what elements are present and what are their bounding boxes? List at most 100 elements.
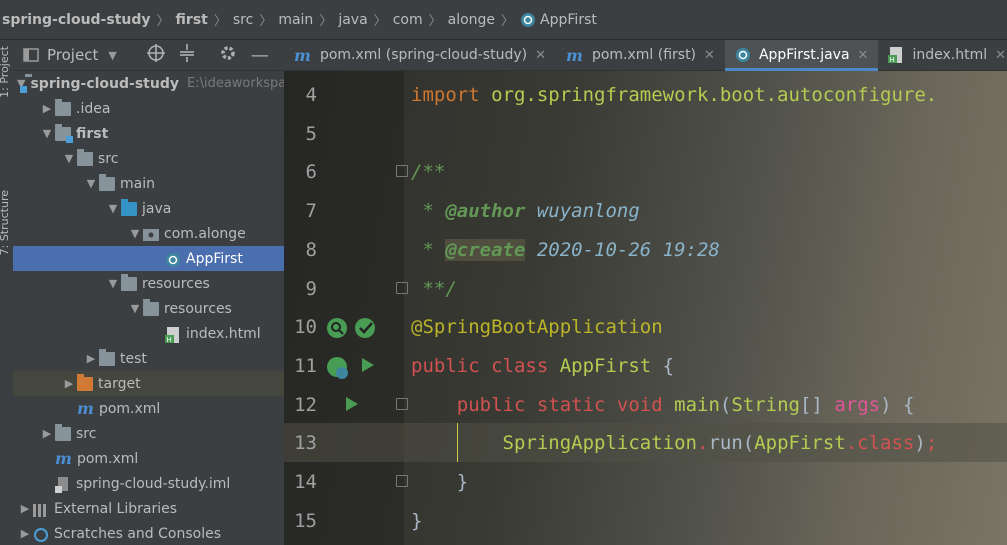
spring-bean-icon[interactable]	[326, 356, 350, 385]
chevron-down-icon[interactable]: ▼	[108, 49, 116, 62]
breadcrumb-item[interactable]: main	[278, 12, 313, 28]
code-token: ) {	[880, 393, 915, 416]
tree-item[interactable]: ▶ .idea	[13, 96, 284, 121]
tree-item-label: com.alonge	[164, 225, 246, 242]
maven-icon: m	[566, 45, 583, 65]
editor-tab[interactable]: Hindex.html ✕	[878, 40, 1007, 70]
tree-item[interactable]: ▶ External Libraries	[13, 496, 284, 521]
tree-item[interactable]: ▼ spring-cloud-study E:\ideaworkspa	[13, 71, 284, 96]
code-line[interactable]: 11 public class AppFirst {	[284, 346, 1007, 385]
code-token: void	[616, 393, 675, 416]
close-icon[interactable]: ✕	[858, 48, 869, 63]
folder-icon	[99, 348, 115, 366]
tree-item[interactable]: ▶ test	[13, 346, 284, 371]
code-line[interactable]: 12 public static void main(String[] args…	[284, 385, 1007, 424]
tree-item[interactable]: ▼ first	[13, 121, 284, 146]
code-editor[interactable]: 4 import org.springframework.boot.autocon…	[284, 71, 1007, 545]
tree-item[interactable]: AppFirst	[13, 246, 284, 271]
editor-tab[interactable]: m pom.xml (spring-cloud-study) ✕	[284, 40, 556, 70]
code-line[interactable]: 5	[284, 114, 1007, 153]
code-token: public	[411, 393, 537, 416]
editor-tab-label: AppFirst.java	[758, 47, 850, 63]
chevron-right-icon[interactable]: ▶	[17, 502, 33, 515]
crosshair-icon[interactable]	[146, 44, 165, 66]
chevron-right-icon[interactable]: ▶	[39, 427, 55, 440]
code-text: **/	[411, 278, 456, 300]
breadcrumb-label: first	[175, 11, 208, 28]
tree-item[interactable]: spring-cloud-study.iml	[13, 471, 284, 496]
chevron-right-icon[interactable]: ▶	[61, 377, 77, 390]
code-line[interactable]: 4 import org.springframework.boot.autocon…	[284, 75, 1007, 114]
gear-icon[interactable]	[219, 44, 237, 66]
tree-item[interactable]: ▼ src	[13, 146, 284, 171]
breadcrumb-label: alonge	[447, 11, 496, 28]
code-line[interactable]: 7 * @author wuyanlong	[284, 191, 1007, 230]
tree-item[interactable]: m pom.xml	[13, 396, 284, 421]
fold-marker-icon[interactable]	[396, 475, 408, 487]
bean-search-icon[interactable]	[326, 317, 348, 344]
code-line[interactable]: 14 }	[284, 462, 1007, 501]
fold-marker-icon[interactable]	[396, 397, 408, 410]
code-line[interactable]: 13 SpringApplication.run(AppFirst.class)…	[284, 423, 1007, 463]
minimize-icon[interactable]: —	[251, 45, 269, 66]
code-token: 2020-10-26 19:28	[525, 238, 720, 261]
project-view-title[interactable]: Project	[47, 46, 98, 64]
project-tool-tab[interactable]: 1: Project	[0, 46, 11, 98]
chevron-down-icon[interactable]: ▼	[127, 227, 143, 240]
close-icon[interactable]: ✕	[535, 48, 546, 63]
play-triangle	[346, 396, 358, 411]
breadcrumb-item[interactable]: AppFirst	[520, 12, 597, 28]
tree-item[interactable]: ▼ resources	[13, 296, 284, 321]
code-line[interactable]: 10 @SpringBootApplication	[284, 307, 1007, 346]
breadcrumb-item[interactable]: first	[176, 12, 208, 28]
code-token: org.springframework.boot.autoconfigure.	[491, 84, 938, 106]
close-icon[interactable]: ✕	[995, 48, 1006, 63]
tree-item[interactable]: ▼ main	[13, 171, 284, 196]
collapse-all-icon[interactable]	[179, 44, 195, 66]
tree-item[interactable]: Hindex.html	[13, 321, 284, 346]
chevron-down-icon[interactable]: ▼	[39, 127, 55, 140]
editor-tab[interactable]: m pom.xml (first) ✕	[556, 40, 725, 70]
breadcrumb-item[interactable]: src	[233, 12, 253, 28]
line-number: 12	[294, 393, 317, 416]
breadcrumb-item[interactable]: spring-cloud-study	[2, 12, 151, 28]
chevron-right-icon[interactable]: ▶	[83, 352, 99, 365]
breadcrumb-item[interactable]: java	[338, 12, 367, 28]
tree-item-label: Scratches and Consoles	[54, 525, 221, 542]
code-text: import org.springframework.boot.autoconf…	[411, 84, 937, 106]
fold-marker-icon[interactable]	[396, 281, 408, 294]
tree-item[interactable]: m pom.xml	[13, 446, 284, 471]
chevron-right-icon[interactable]: ▶	[39, 102, 55, 115]
breadcrumb-item[interactable]: alonge	[448, 12, 495, 28]
tree-item[interactable]: ▶ Scratches and Consoles	[13, 521, 284, 545]
structure-tool-tab[interactable]: 7: Structure	[0, 190, 11, 255]
tree-item[interactable]: ▼ com.alonge	[13, 221, 284, 246]
chevron-down-icon[interactable]: ▼	[105, 202, 121, 215]
code-text: }	[411, 471, 468, 493]
code-line[interactable]: 9 **/	[284, 269, 1007, 308]
chevron-down-icon[interactable]: ▼	[83, 177, 99, 190]
tree-item[interactable]: ▶ src	[13, 421, 284, 446]
tree-item[interactable]: ▶ target	[13, 371, 284, 396]
chevron-down-icon[interactable]: ▼	[61, 152, 77, 165]
code-line[interactable]: 8 * @create 2020-10-26 19:28	[284, 230, 1007, 269]
spring-boot-icon[interactable]	[354, 317, 378, 344]
editor-tab[interactable]: AppFirst.java ✕	[724, 40, 879, 71]
folder-icon	[121, 198, 137, 216]
close-icon[interactable]: ✕	[704, 48, 715, 63]
breadcrumb-item[interactable]: com	[393, 12, 423, 28]
fold-marker-icon[interactable]	[396, 165, 408, 178]
tree-item[interactable]: ▼ resources	[13, 271, 284, 296]
tree-item[interactable]: ▼ java	[13, 196, 284, 221]
play-triangle	[362, 357, 374, 372]
code-line[interactable]: 15}	[284, 501, 1007, 540]
chevron-down-icon[interactable]: ▼	[105, 277, 121, 290]
code-token: (	[719, 393, 732, 416]
code-token: {	[651, 354, 675, 377]
breadcrumb-label: java	[338, 11, 368, 28]
chevron-down-icon[interactable]: ▼	[127, 302, 143, 315]
code-line[interactable]: 6 /**	[284, 152, 1007, 191]
run-icon[interactable]	[346, 396, 358, 411]
chevron-right-icon[interactable]: ▶	[17, 527, 33, 540]
run-icon[interactable]	[362, 357, 374, 372]
